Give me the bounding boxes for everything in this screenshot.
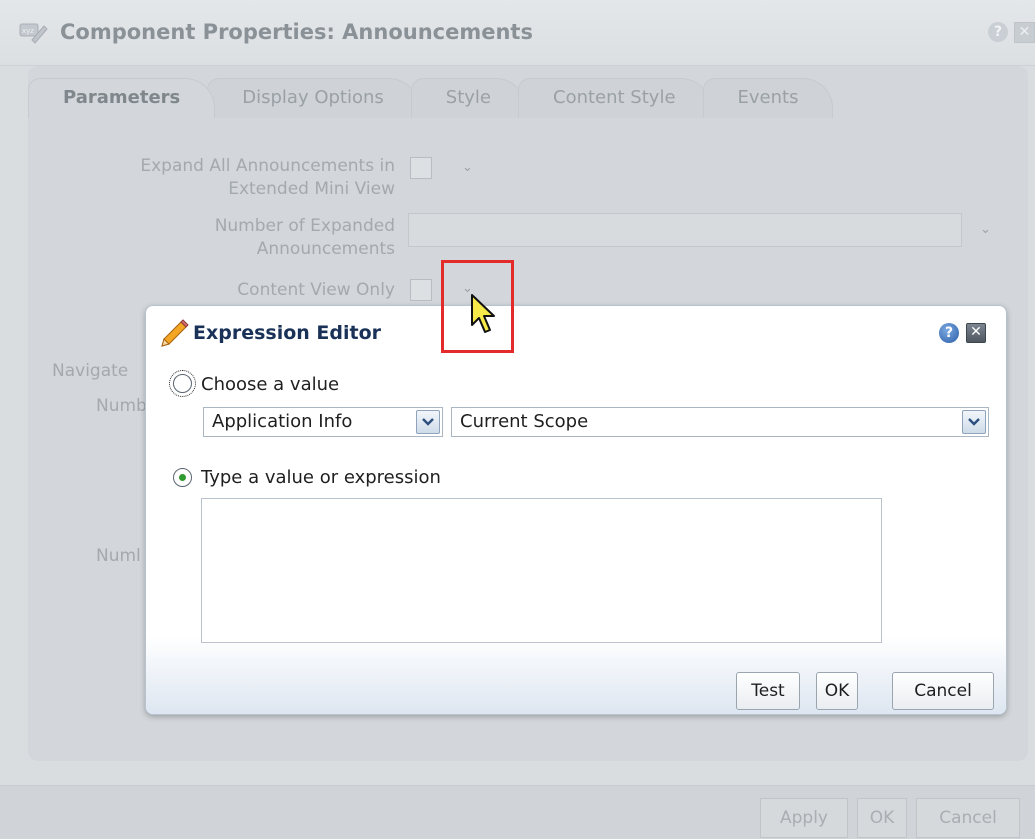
number-expanded-label-line2: Announcements [256,239,395,259]
chevron-down-icon[interactable] [416,410,440,434]
content-view-checkbox[interactable] [410,279,432,301]
chevron-down-icon[interactable] [962,410,986,434]
number-expanded-label-line1: Number of Expanded [214,216,395,236]
content-view-label: Content View Only [237,280,395,300]
dialog-footer [146,636,1006,714]
type-value-label: Type a value or expression [201,467,441,488]
expand-all-label-line1: Expand All Announcements in [140,156,395,176]
expression-textarea[interactable] [201,498,882,643]
expand-all-checkbox[interactable] [410,157,432,179]
tab-style[interactable]: Style [410,78,526,118]
pencil-icon [161,319,189,347]
expand-all-label-line2: Extended Mini View [228,179,395,199]
expand-all-label: Expand All Announcements in Extended Min… [90,155,395,201]
category-select[interactable]: Application Info [203,407,443,437]
scope-select[interactable]: Current Scope [451,407,989,437]
close-icon[interactable]: ✕ [966,323,986,343]
cancel-button[interactable]: Cancel [916,798,1020,838]
title-bar: xyz Component Properties: Announcements … [0,0,1035,66]
close-icon[interactable]: ✕ [1014,22,1035,43]
tab-bar: Parameters Display Options Style Content… [28,78,834,118]
tab-content-style[interactable]: Content Style [518,78,711,118]
ok-button[interactable]: OK [857,798,907,838]
help-icon[interactable]: ? [988,22,1008,42]
help-icon[interactable]: ? [939,323,959,343]
navigate-label: Navigate [52,361,129,381]
radio-selected-dot [179,474,186,481]
ok-button[interactable]: OK [816,672,858,710]
type-value-radio[interactable] [173,468,192,487]
chevron-down-icon[interactable]: ⌄ [462,160,473,175]
tab-events[interactable]: Events [702,78,834,118]
number-label: Numl [96,546,141,566]
cursor-icon [471,294,495,333]
choose-value-label: Choose a value [201,374,340,395]
number-expanded-input[interactable] [408,213,962,247]
test-button[interactable]: Test [736,672,800,710]
dialog-title: Expression Editor [193,322,382,344]
apply-button[interactable]: Apply [760,798,848,838]
category-select-value: Application Info [212,411,353,432]
choose-value-radio[interactable] [173,374,192,393]
tab-parameters[interactable]: Parameters [28,78,216,118]
svg-text:xyz: xyz [22,27,34,35]
expression-editor-dialog: Expression Editor ? ✕ Choose a value App… [145,305,1007,715]
tab-display-options[interactable]: Display Options [207,78,419,118]
chevron-down-icon[interactable]: ⌄ [980,222,991,237]
properties-icon: xyz [19,23,48,44]
dialog-title: Component Properties: Announcements [60,20,533,44]
cancel-button[interactable]: Cancel [892,672,994,710]
number-expanded-label: Number of Expanded Announcements [90,215,395,261]
scope-select-value: Current Scope [460,411,589,432]
number-label: Numb [96,396,147,416]
